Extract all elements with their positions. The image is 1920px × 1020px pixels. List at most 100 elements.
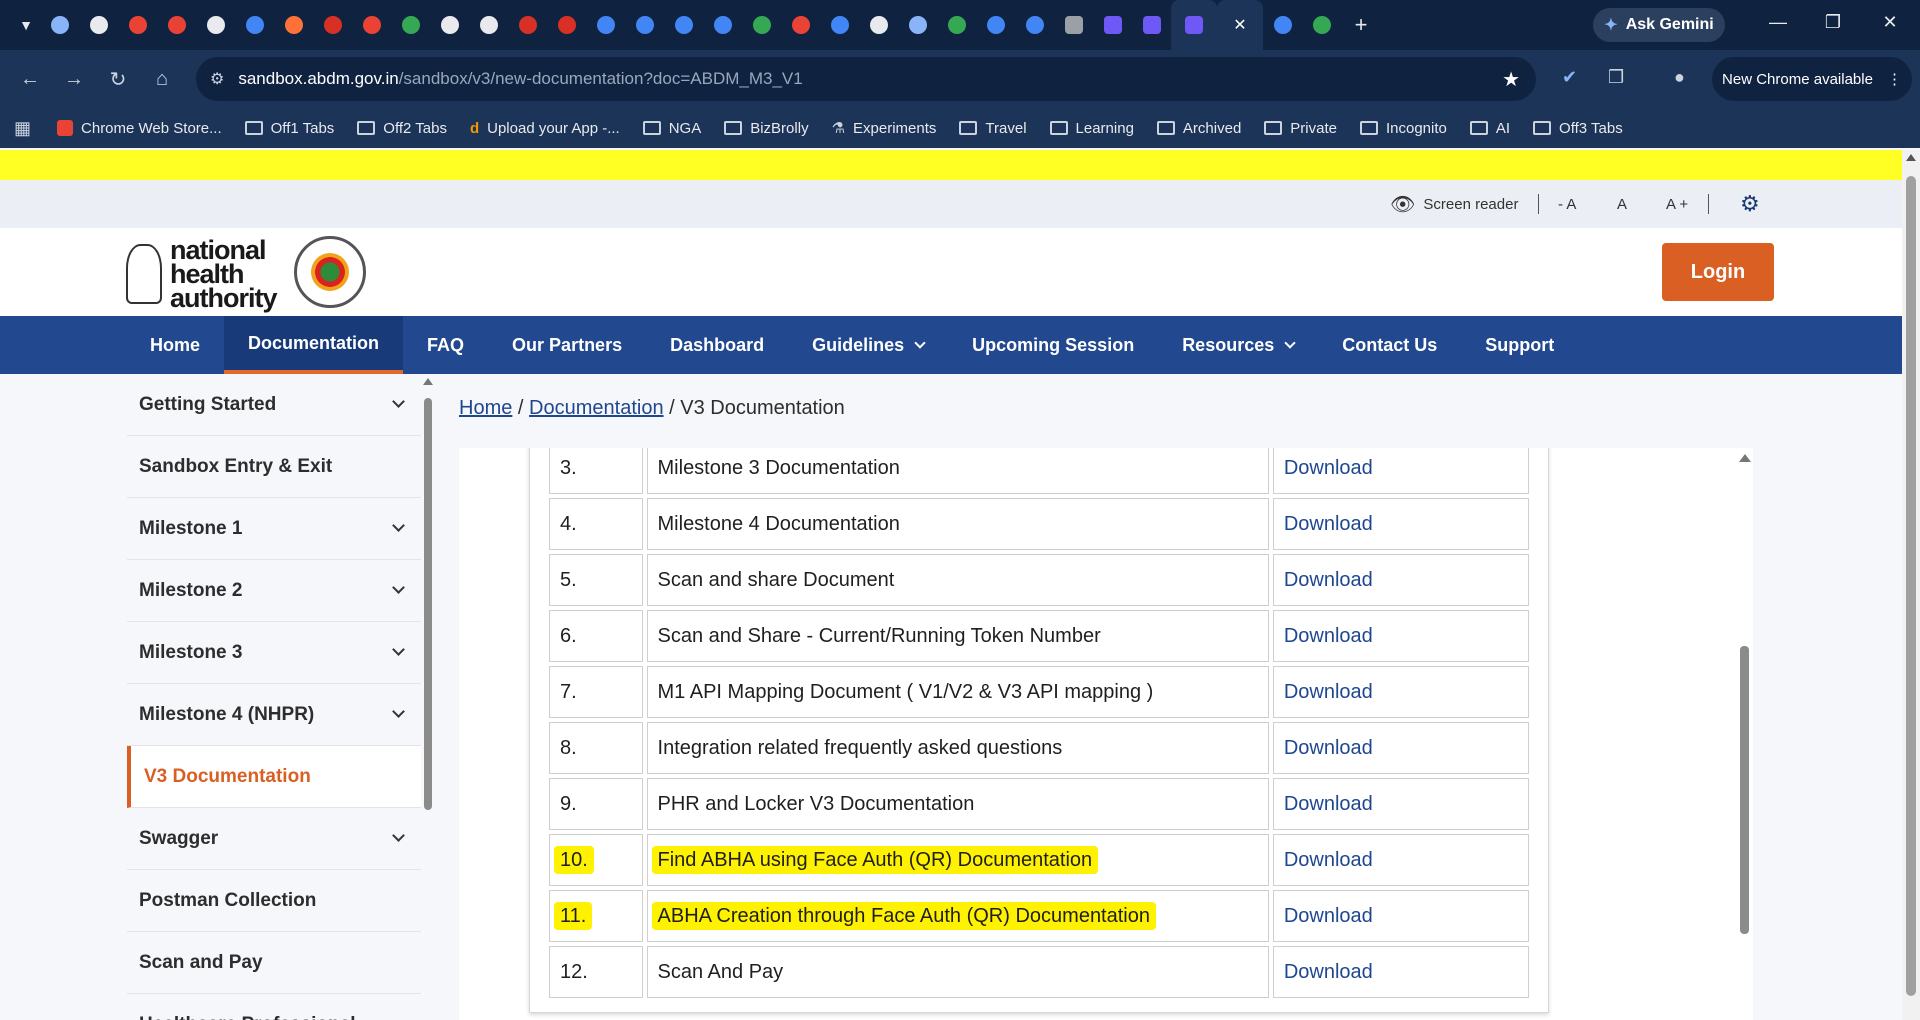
download-link[interactable]: Download <box>1284 681 1373 703</box>
sidebar-item-milestone-4-nhpr[interactable]: Milestone 4 (NHPR) <box>127 684 421 746</box>
browser-tab[interactable] <box>274 0 313 50</box>
browser-tab[interactable] <box>40 0 79 50</box>
download-link[interactable]: Download <box>1284 849 1373 871</box>
profile-avatar-icon[interactable]: ● <box>1674 67 1685 88</box>
browser-tab[interactable] <box>820 0 859 50</box>
bookmark-item[interactable]: Off2 Tabs <box>357 120 447 137</box>
more-menu-icon[interactable]: ⋮ <box>1887 70 1902 88</box>
sidebar-item-v3-documentation[interactable]: V3 Documentation <box>127 746 421 808</box>
page-scrollbar[interactable] <box>1902 150 1920 1020</box>
restore-icon[interactable]: ❐ <box>1813 12 1853 33</box>
extension-check-icon[interactable]: ✔ <box>1562 67 1577 88</box>
download-link[interactable]: Download <box>1284 961 1373 983</box>
scroll-up-arrow-icon[interactable] <box>1906 154 1916 161</box>
browser-tab[interactable] <box>742 0 781 50</box>
nav-dashboard[interactable]: Dashboard <box>646 316 788 374</box>
sidebar-scrollbar[interactable] <box>421 378 435 828</box>
bookmark-item[interactable]: Off1 Tabs <box>244 120 334 137</box>
sidebar-item-milestone-1[interactable]: Milestone 1 <box>127 498 421 560</box>
download-link[interactable]: Download <box>1284 905 1373 927</box>
bookmark-item[interactable]: BizBrolly <box>724 120 809 137</box>
nha-logo[interactable]: national health authority <box>126 237 278 312</box>
browser-tab[interactable] <box>1132 0 1171 50</box>
bookmark-item[interactable]: Private <box>1264 120 1337 137</box>
browser-tab[interactable] <box>196 0 235 50</box>
browser-tab[interactable] <box>1263 0 1302 50</box>
browser-tab[interactable] <box>235 0 274 50</box>
browser-tab[interactable] <box>625 0 664 50</box>
download-link[interactable]: Download <box>1284 569 1373 591</box>
nav-support[interactable]: Support <box>1461 316 1578 374</box>
bookmark-item[interactable]: NGA <box>642 120 701 137</box>
address-bar[interactable]: ⚙ sandbox.abdm.gov.in/sandbox/v3/new-doc… <box>196 57 1536 101</box>
font-increase-button[interactable]: A + <box>1666 196 1688 213</box>
browser-tab[interactable] <box>937 0 976 50</box>
chevron-down-icon[interactable] <box>392 643 405 656</box>
sidebar-item-postman-collection[interactable]: Postman Collection <box>127 870 421 932</box>
nav-resources[interactable]: Resources <box>1158 316 1318 374</box>
sidebar-item-scan-and-pay[interactable]: Scan and Pay <box>127 932 421 994</box>
bookmark-item[interactable]: Off3 Tabs <box>1533 120 1623 137</box>
browser-tab[interactable] <box>469 0 508 50</box>
screen-reader-toggle[interactable]: 👁 Screen reader <box>1390 192 1518 217</box>
nav-documentation[interactable]: Documentation <box>224 316 404 374</box>
font-decrease-button[interactable]: - A <box>1558 196 1576 213</box>
scroll-thumb[interactable] <box>424 398 432 810</box>
scroll-thumb[interactable] <box>1740 646 1749 934</box>
home-icon[interactable]: ⌂ <box>140 68 184 91</box>
extensions-puzzle-icon[interactable]: ❒ <box>1608 67 1624 88</box>
url-text[interactable]: sandbox.abdm.gov.in/sandbox/v3/new-docum… <box>238 69 802 89</box>
nav-faq[interactable]: FAQ <box>403 316 488 374</box>
browser-tab[interactable] <box>313 0 352 50</box>
download-link[interactable]: Download <box>1284 793 1373 815</box>
theme-contrast-icon[interactable]: ⚙ <box>1740 191 1760 217</box>
bookmark-item[interactable]: Chrome Web Store... <box>57 120 222 137</box>
browser-tab[interactable] <box>703 0 742 50</box>
browser-tab[interactable] <box>118 0 157 50</box>
nav-guidelines[interactable]: Guidelines <box>788 316 948 374</box>
nav-contact-us[interactable]: Contact Us <box>1318 316 1461 374</box>
browser-tab[interactable] <box>1015 0 1054 50</box>
download-link[interactable]: Download <box>1284 737 1373 759</box>
new-chrome-available-button[interactable]: New Chrome available ⋮ <box>1712 57 1912 101</box>
bookmark-item[interactable]: d Upload your App -... <box>470 120 620 137</box>
active-tab[interactable]: ✕ <box>1217 0 1263 50</box>
chevron-down-icon[interactable] <box>392 705 405 718</box>
browser-tab[interactable] <box>664 0 703 50</box>
browser-tab[interactable] <box>1054 0 1093 50</box>
abdm-logo[interactable] <box>294 236 366 308</box>
browser-tab[interactable] <box>1171 0 1217 50</box>
bookmark-item[interactable]: Incognito <box>1359 120 1447 137</box>
minimize-icon[interactable]: — <box>1758 12 1798 33</box>
browser-tab[interactable] <box>508 0 547 50</box>
apps-grid-icon[interactable]: ▦ <box>14 118 31 139</box>
browser-tab[interactable] <box>586 0 625 50</box>
site-info-icon[interactable]: ⚙ <box>210 69 224 89</box>
chevron-down-icon[interactable] <box>392 581 405 594</box>
browser-tab[interactable] <box>391 0 430 50</box>
bookmark-star-icon[interactable]: ★ <box>1502 67 1520 92</box>
chevron-down-icon[interactable] <box>392 519 405 532</box>
scroll-thumb[interactable] <box>1906 176 1916 996</box>
browser-tab[interactable] <box>352 0 391 50</box>
browser-tab[interactable] <box>898 0 937 50</box>
browser-tab[interactable] <box>781 0 820 50</box>
download-link[interactable]: Download <box>1284 457 1373 479</box>
bookmark-item[interactable]: AI <box>1469 120 1510 137</box>
tab-search-icon[interactable]: ▼ <box>12 17 40 33</box>
sidebar-item-sandbox-entry-exit[interactable]: Sandbox Entry & Exit <box>127 436 421 498</box>
browser-tab[interactable] <box>547 0 586 50</box>
bookmark-item[interactable]: ⚗ Experiments <box>832 119 937 138</box>
chevron-down-icon[interactable] <box>392 395 405 408</box>
ask-gemini-button[interactable]: ✦ Ask Gemini <box>1593 8 1725 42</box>
sidebar-item-swagger[interactable]: Swagger <box>127 808 421 870</box>
breadcrumb-home[interactable]: Home <box>459 397 512 419</box>
font-normal-button[interactable]: A <box>1617 196 1627 213</box>
scroll-up-arrow-icon[interactable] <box>423 378 433 385</box>
nav-home[interactable]: Home <box>126 316 224 374</box>
content-scrollbar[interactable] <box>1737 448 1751 938</box>
breadcrumb-documentation[interactable]: Documentation <box>529 397 664 419</box>
login-button[interactable]: Login <box>1662 243 1774 301</box>
sidebar-item-healthcare-professional[interactable]: Healthcare Professional <box>127 994 421 1020</box>
browser-tab[interactable] <box>1093 0 1132 50</box>
